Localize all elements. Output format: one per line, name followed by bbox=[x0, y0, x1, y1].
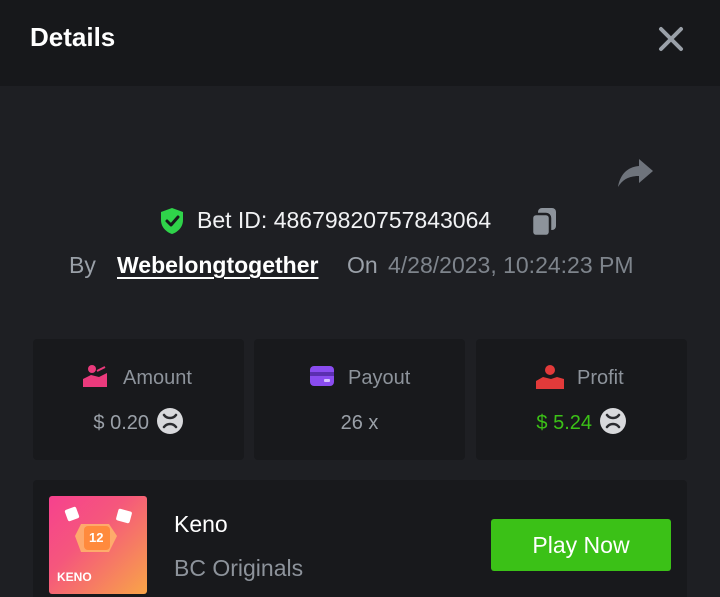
bet-id-row: Bet ID: 48679820757843064 bbox=[0, 204, 720, 238]
amount-card: Amount $ 0.20 bbox=[33, 339, 244, 460]
profit-label: Profit bbox=[577, 367, 624, 389]
payout-value: 26 x bbox=[340, 412, 379, 434]
wallet-icon bbox=[310, 366, 334, 386]
bet-id: Bet ID: 48679820757843064 bbox=[197, 207, 492, 233]
modal-header: Details bbox=[0, 0, 720, 86]
modal-title: Details bbox=[30, 22, 116, 52]
game-name: Keno bbox=[174, 511, 228, 537]
profit-hand-icon bbox=[536, 365, 564, 389]
payout-label: Payout bbox=[348, 367, 411, 389]
verified-shield-icon bbox=[161, 208, 183, 234]
keno-thumbnail[interactable]: 12 KENO bbox=[49, 496, 147, 594]
xrp-coin-icon bbox=[156, 408, 183, 435]
game-provider: BC Originals bbox=[174, 555, 304, 581]
keno-thumb-number: 12 bbox=[89, 530, 104, 545]
bet-meta-row: By Webelongtogether On 4/28/2023, 10:24:… bbox=[0, 250, 720, 282]
amount-value: $ 0.20 bbox=[93, 412, 150, 434]
xrp-coin-icon bbox=[599, 408, 626, 435]
play-now-button[interactable]: Play Now bbox=[491, 519, 671, 571]
profit-card: Profit $ 5.24 bbox=[476, 339, 687, 460]
game-card: 12 KENO Keno BC Originals Play Now bbox=[33, 480, 687, 597]
close-icon[interactable] bbox=[654, 22, 688, 56]
by-label: By bbox=[69, 252, 96, 278]
hand-coin-icon bbox=[83, 365, 107, 387]
share-icon[interactable] bbox=[615, 155, 655, 191]
profit-value: $ 5.24 bbox=[536, 412, 593, 434]
bet-datetime: 4/28/2023, 10:24:23 PM bbox=[388, 252, 634, 278]
copy-icon[interactable] bbox=[529, 206, 559, 238]
username-link[interactable]: Webelongtogether bbox=[117, 252, 318, 279]
amount-value-wrap: $ 0.20 bbox=[33, 408, 244, 435]
on-label: On bbox=[347, 252, 378, 278]
payout-card: Payout 26 x bbox=[254, 339, 465, 460]
keno-thumb-label: KENO bbox=[57, 570, 92, 584]
amount-label: Amount bbox=[123, 367, 192, 389]
profit-value-wrap: $ 5.24 bbox=[476, 408, 687, 435]
